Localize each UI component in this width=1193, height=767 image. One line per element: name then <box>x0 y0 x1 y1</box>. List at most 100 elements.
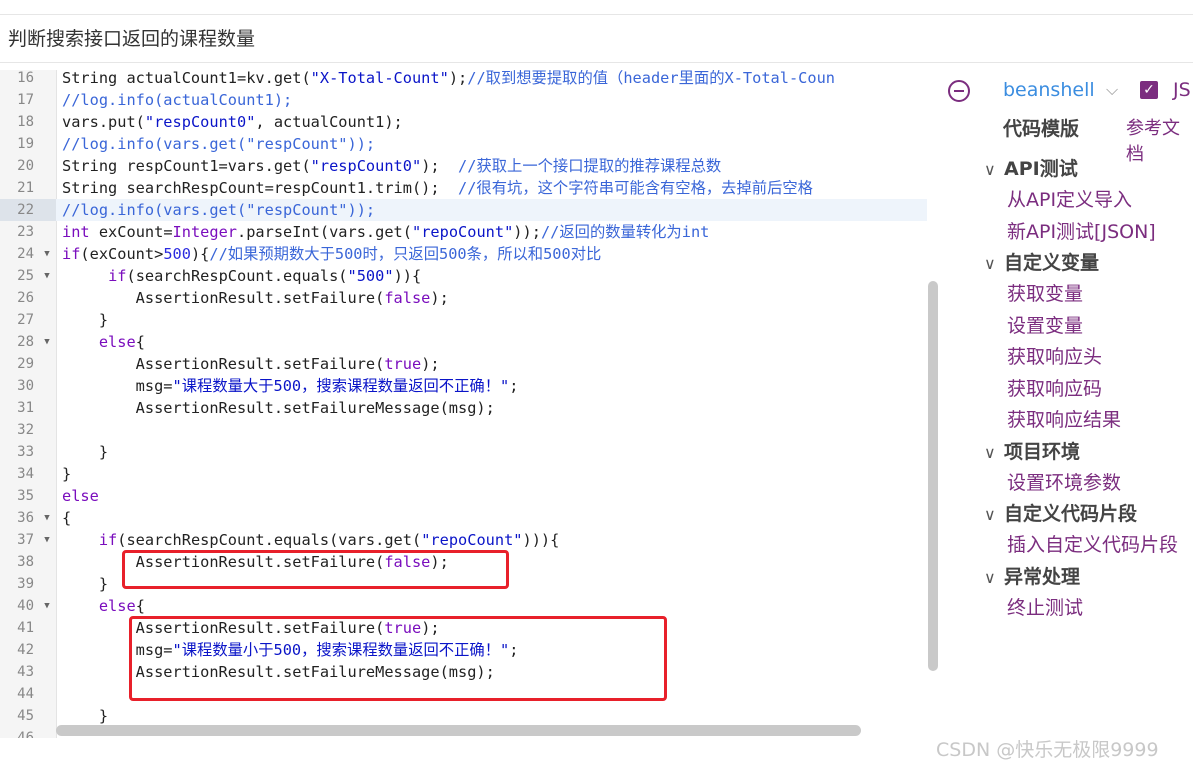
code-text[interactable]: else{ <box>62 595 145 617</box>
code-line[interactable]: 18 vars.put("respCount0", actualCount1); <box>0 111 927 133</box>
snippet-group[interactable]: ∨ 自定义变量 <box>984 248 1099 275</box>
js-label: JS <box>1173 79 1191 101</box>
code-text[interactable]: AssertionResult.setFailure(false); <box>62 287 449 309</box>
snippet-item[interactable]: 插入自定义代码片段 <box>1007 530 1178 557</box>
fold-arrow-icon[interactable]: ▼ <box>40 243 54 265</box>
snippet-group[interactable]: ∨ API测试 <box>984 154 1078 181</box>
code-line[interactable]: 31 AssertionResult.setFailureMessage(msg… <box>0 397 927 419</box>
code-text[interactable]: } <box>62 573 108 595</box>
code-text[interactable]: } <box>62 463 71 485</box>
fold-arrow-icon[interactable]: ▼ <box>40 595 54 617</box>
fold-arrow-icon[interactable]: ▼ <box>40 507 54 529</box>
code-token: "课程数量大于500，搜索课程数量返回不正确！" <box>172 377 510 395</box>
title-divider <box>0 62 1193 63</box>
code-text[interactable]: //log.info(vars.get("respCount")); <box>62 133 375 155</box>
code-line[interactable]: 21 String searchRespCount=respCount1.trim… <box>0 177 927 199</box>
code-text[interactable]: //log.info(actualCount1); <box>62 89 292 111</box>
code-token: } <box>62 707 109 725</box>
code-text[interactable]: String searchRespCount=respCount1.trim()… <box>62 177 813 199</box>
code-token: )); <box>513 223 541 241</box>
line-number: 27 <box>17 312 34 328</box>
vertical-scrollbar[interactable] <box>928 281 938 671</box>
code-line[interactable]: 34} <box>0 463 927 485</box>
code-token: //返回的数量转化为int <box>540 223 710 241</box>
code-token: //获取上一个接口提取的推荐课程总数 <box>458 157 722 175</box>
code-line[interactable]: 36 ▼{ <box>0 507 927 529</box>
code-token: Integer <box>172 223 237 241</box>
code-line[interactable]: 22 //log.info(vars.get("respCount")); <box>0 199 927 221</box>
code-line[interactable]: 17 //log.info(actualCount1); <box>0 89 927 111</box>
horizontal-scrollbar[interactable] <box>56 725 861 736</box>
code-text[interactable]: int exCount=Integer.parseInt(vars.get("r… <box>62 221 709 243</box>
language-select[interactable]: beanshell <box>1003 79 1095 101</box>
snippet-item[interactable]: 获取响应码 <box>1007 374 1102 401</box>
code-text[interactable]: AssertionResult.setFailureMessage(msg); <box>62 397 495 419</box>
highlight-box-failure <box>129 616 667 701</box>
code-line[interactable]: 33 } <box>0 441 927 463</box>
checkbox-checked-icon[interactable]: ✓ <box>1140 81 1158 99</box>
code-line[interactable]: 37 ▼ if(searchRespCount.equals(vars.get("… <box>0 529 927 551</box>
snippet-item[interactable]: 新API测试[JSON] <box>1007 217 1156 244</box>
code-token: ; <box>509 377 519 395</box>
code-line[interactable]: 16 String actualCount1=kv.get("X-Total-Co… <box>0 70 927 89</box>
code-text[interactable]: } <box>62 441 108 463</box>
code-line[interactable]: 23 int exCount=Integer.parseInt(vars.get(… <box>0 221 927 243</box>
code-template-tab[interactable]: 代码模版 <box>1003 114 1079 141</box>
code-text[interactable]: String respCount1=vars.get("respCount0")… <box>62 155 721 177</box>
snippet-item[interactable]: 从API定义导入 <box>1007 185 1132 212</box>
line-number: 34 <box>17 466 34 482</box>
code-token: , actualCount1); <box>255 113 403 131</box>
code-line[interactable]: 29 AssertionResult.setFailure(true); <box>0 353 927 375</box>
snippet-group[interactable]: ∨ 自定义代码片段 <box>984 499 1137 526</box>
line-number: 22 <box>0 199 56 221</box>
code-text[interactable]: AssertionResult.setFailure(true); <box>62 353 440 375</box>
code-text[interactable]: String actualCount1=kv.get("X-Total-Coun… <box>62 70 835 89</box>
code-line[interactable]: 19 //log.info(vars.get("respCount")); <box>0 133 927 155</box>
code-text[interactable]: { <box>62 507 71 529</box>
code-text[interactable]: } <box>62 309 108 331</box>
fold-arrow-icon[interactable]: ▼ <box>40 265 54 287</box>
snippet-item[interactable]: 获取变量 <box>1007 279 1083 306</box>
code-line[interactable]: 32 <box>0 419 927 441</box>
code-line[interactable]: 26 AssertionResult.setFailure(false); <box>0 287 927 309</box>
chevron-down-icon: ∨ <box>984 160 996 179</box>
snippet-group[interactable]: ∨ 异常处理 <box>984 562 1080 589</box>
code-line[interactable]: 35 else <box>0 485 927 507</box>
code-token: //如果预期数大于500时，只返回500条，所以和500对比 <box>209 245 602 263</box>
snippet-item[interactable]: 获取响应结果 <box>1007 405 1121 432</box>
snippet-item[interactable]: 终止测试 <box>1007 593 1083 620</box>
code-line[interactable]: 45 } <box>0 705 927 727</box>
code-text[interactable]: //log.info(vars.get("respCount")); <box>62 199 375 221</box>
code-token: vars.put( <box>62 113 145 131</box>
snippet-item[interactable]: 获取响应头 <box>1007 342 1102 369</box>
chevron-down-icon[interactable]: ⌵ <box>1106 80 1118 100</box>
code-line[interactable]: 24 ▼ if(exCount>500){//如果预期数大于500时，只返回500条… <box>0 243 927 265</box>
line-number: 26 <box>17 290 34 306</box>
code-text[interactable]: } <box>62 705 108 727</box>
code-token: { <box>412 267 422 285</box>
code-text[interactable]: if(searchRespCount.equals(vars.get("repo… <box>62 529 560 551</box>
line-number: 29 <box>17 356 34 372</box>
code-line[interactable]: 27 } <box>0 309 927 331</box>
snippet-group[interactable]: ∨ 项目环境 <box>984 437 1080 464</box>
code-line[interactable]: 28 ▼ else{ <box>0 331 927 353</box>
code-token: )) <box>393 267 412 285</box>
fold-arrow-icon[interactable]: ▼ <box>40 529 54 551</box>
collapse-icon[interactable] <box>948 80 970 102</box>
code-text[interactable]: if(exCount>500){//如果预期数大于500时，只返回500条，所以… <box>62 243 601 265</box>
code-text[interactable]: else <box>62 485 99 507</box>
fold-arrow-icon[interactable]: ▼ <box>40 331 54 353</box>
code-text[interactable]: vars.put("respCount0", actualCount1); <box>62 111 403 133</box>
code-text[interactable]: else{ <box>62 331 145 353</box>
reference-doc-link[interactable]: 参考文档 <box>1126 114 1193 166</box>
code-line[interactable]: 20 String respCount1=vars.get("respCount0… <box>0 155 927 177</box>
code-text[interactable]: msg="课程数量大于500，搜索课程数量返回不正确！"; <box>62 375 519 397</box>
code-token: 500 <box>163 245 191 263</box>
code-line[interactable]: 30 msg="课程数量大于500，搜索课程数量返回不正确！"; <box>0 375 927 397</box>
code-line[interactable]: 40 ▼ else{ <box>0 595 927 617</box>
code-text[interactable]: if(searchRespCount.equals("500")){ <box>62 265 421 287</box>
snippet-item[interactable]: 设置变量 <box>1007 311 1083 338</box>
snippet-item[interactable]: 设置环境参数 <box>1007 468 1121 495</box>
code-line[interactable]: 25 ▼ if(searchRespCount.equals("500")){ <box>0 265 927 287</box>
code-token: (searchRespCount.equals(vars.get( <box>117 531 422 549</box>
